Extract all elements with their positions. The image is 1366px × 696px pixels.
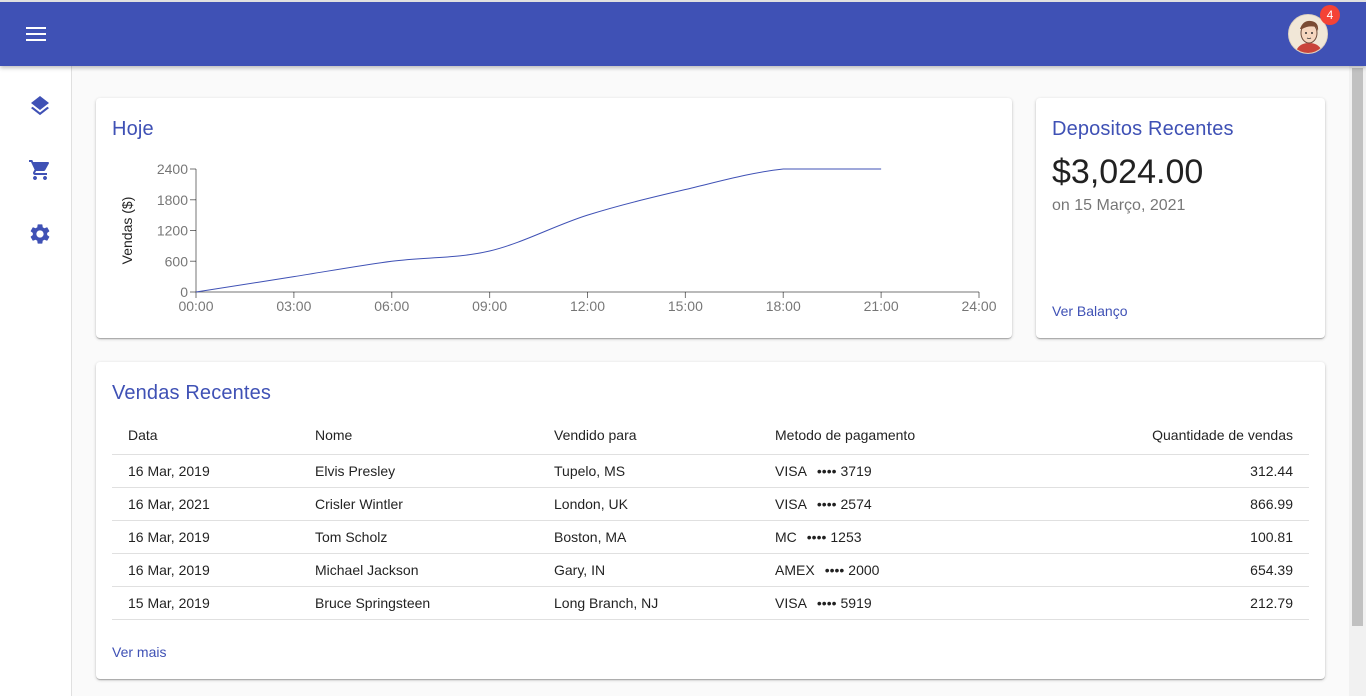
deposit-date: on 15 Março, 2021 (1052, 197, 1186, 214)
column-header-date: Data (112, 416, 299, 455)
cell-payment-method: VISA •••• 5919 (759, 586, 1039, 620)
column-header-ship-to: Vendido para (538, 416, 759, 455)
column-header-amount: Quantidade de vendas (1039, 416, 1309, 455)
card-mask: •••• (816, 594, 837, 611)
payment-network: AMEX (775, 561, 815, 578)
cell-payment-method: MC •••• 1253 (759, 520, 1039, 554)
sidebar-item-cart[interactable] (16, 146, 64, 194)
deposits-card: Depositos Recentes $3,024.00 on 15 Março… (1036, 98, 1325, 338)
payment-network: VISA (775, 495, 807, 512)
see-more-link[interactable]: Ver mais (112, 644, 166, 660)
deposits-title: Depositos Recentes (1052, 118, 1234, 140)
view-balance-link[interactable]: Ver Balanço (1052, 303, 1128, 319)
cell-ship-to: Gary, IN (538, 553, 759, 587)
cell-amount: 866.99 (1039, 487, 1309, 521)
x-tick-label: 12:00 (570, 298, 605, 314)
cell-ship-to: Long Branch, NJ (538, 586, 759, 620)
column-header-payment-method: Metodo de pagamento (759, 416, 1039, 455)
sidebar-item-settings[interactable] (16, 210, 64, 258)
cell-name: Bruce Springsteen (299, 586, 538, 620)
card-mask: •••• (806, 528, 827, 545)
cell-date: 16 Mar, 2021 (112, 487, 299, 521)
cell-date: 16 Mar, 2019 (112, 520, 299, 554)
y-tick-label: 1200 (157, 223, 188, 239)
cell-amount: 212.79 (1039, 586, 1309, 620)
scrollbar-thumb[interactable] (1352, 68, 1363, 626)
payment-network: VISA (775, 462, 807, 479)
page-scrollbar[interactable] (1349, 66, 1366, 696)
x-tick-label: 06:00 (374, 298, 409, 314)
table-row: 16 Mar, 2019 Michael Jackson Gary, IN AMEX •… (112, 553, 1309, 587)
x-tick-label: 09:00 (472, 298, 507, 314)
x-tick-label: 15:00 (668, 298, 703, 314)
payment-network: VISA (775, 594, 807, 611)
card-mask: •••• (824, 561, 845, 578)
cell-payment-method: VISA •••• 2574 (759, 487, 1039, 521)
card-last-digits: 2000 (848, 561, 880, 578)
x-tick-label: 00:00 (178, 298, 213, 314)
cell-date: 16 Mar, 2019 (112, 553, 299, 587)
cell-name: Elvis Presley (299, 454, 538, 488)
menu-button[interactable] (16, 14, 56, 54)
cell-amount: 312.44 (1039, 454, 1309, 488)
user-avatar-button[interactable]: 4 (1288, 5, 1340, 56)
cell-ship-to: Tupelo, MS (538, 454, 759, 488)
recent-sales-title: Vendas Recentes (112, 382, 272, 404)
x-tick-label: 24:00 (961, 298, 996, 314)
sidebar (0, 66, 72, 696)
cell-amount: 100.81 (1039, 520, 1309, 554)
card-last-digits: 2574 (840, 495, 872, 512)
y-tick-label: 1800 (157, 192, 188, 208)
cell-name: Tom Scholz (299, 520, 538, 554)
cell-name: Michael Jackson (299, 553, 538, 587)
menu-icon (26, 27, 46, 41)
cell-payment-method: VISA •••• 3719 (759, 454, 1039, 488)
y-axis-label: Vendas ($) (119, 197, 135, 265)
payment-network: MC (775, 528, 797, 545)
card-last-digits: 3719 (840, 462, 872, 479)
recent-sales-card: Vendas Recentes Data Nome Vendido para M… (96, 362, 1325, 679)
cell-ship-to: London, UK (538, 487, 759, 521)
table-row: 16 Mar, 2019 Tom Scholz Boston, MA MC •••• 12… (112, 520, 1309, 554)
shopping-cart-icon (29, 160, 50, 180)
layers-icon (31, 96, 49, 116)
table-header-row: Data Nome Vendido para Metodo de pagamen… (112, 416, 1309, 455)
sales-series-line (195, 168, 882, 293)
x-tick-label: 21:00 (864, 298, 899, 314)
sidebar-item-layers[interactable] (16, 82, 64, 130)
deposit-amount: $3,024.00 (1052, 153, 1204, 191)
cell-date: 15 Mar, 2019 (112, 586, 299, 620)
sales-line-chart: 060012001800240000:00 03:00 06:00 09:00 12:0… (119, 161, 997, 314)
app-bar: 4 (0, 0, 1366, 66)
column-header-name: Nome (299, 416, 538, 455)
cell-name: Crisler Wintler (299, 487, 538, 521)
x-tick-label: 18:00 (766, 298, 801, 314)
sales-table: Data Nome Vendido para Metodo de pagamen… (112, 416, 1309, 620)
table-row: 16 Mar, 2021 Crisler Wintler London, UK VIS… (112, 487, 1309, 521)
card-mask: •••• (816, 495, 837, 512)
card-last-digits: 1253 (830, 528, 862, 545)
y-tick-label: 2400 (157, 161, 188, 177)
cell-ship-to: Boston, MA (538, 520, 759, 554)
table-row: 15 Mar, 2019 Bruce Springsteen Long Branch… (112, 586, 1309, 620)
card-mask: •••• (816, 462, 837, 479)
notification-badge: 4 (1320, 5, 1340, 25)
card-last-digits: 5919 (840, 594, 872, 611)
cell-date: 16 Mar, 2019 (112, 454, 299, 488)
cell-payment-method: AMEX •••• 2000 (759, 553, 1039, 587)
gear-icon (30, 224, 50, 244)
y-tick-label: 600 (165, 253, 189, 269)
today-card: Hoje 0 600 1200 1800 2400 00:00 03:00 06:00 09:0… (96, 98, 1012, 338)
x-tick-label: 03:00 (276, 298, 311, 314)
cell-amount: 654.39 (1039, 553, 1309, 587)
table-row: 16 Mar, 2019 Elvis Presley Tupelo, MS VISA •… (112, 454, 1309, 488)
